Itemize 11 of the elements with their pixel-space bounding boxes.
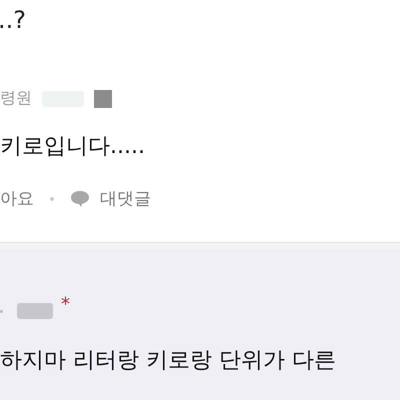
- separator-dot: [50, 196, 54, 200]
- blurred-name: [17, 303, 53, 319]
- author-marker: *: [61, 294, 70, 314]
- comment-text: 키로입니다.....: [0, 133, 146, 161]
- author-name: 령원: [0, 88, 32, 109]
- separator-dot: [0, 310, 3, 312]
- reply-text: 하지마 리터랑 키로랑 단위가 다른: [0, 347, 337, 375]
- speech-bubble-icon: [70, 190, 90, 208]
- comment-text: ..?: [0, 5, 27, 36]
- action-link[interactable]: 대댓글: [100, 187, 151, 210]
- action-link[interactable]: 아요: [0, 187, 34, 210]
